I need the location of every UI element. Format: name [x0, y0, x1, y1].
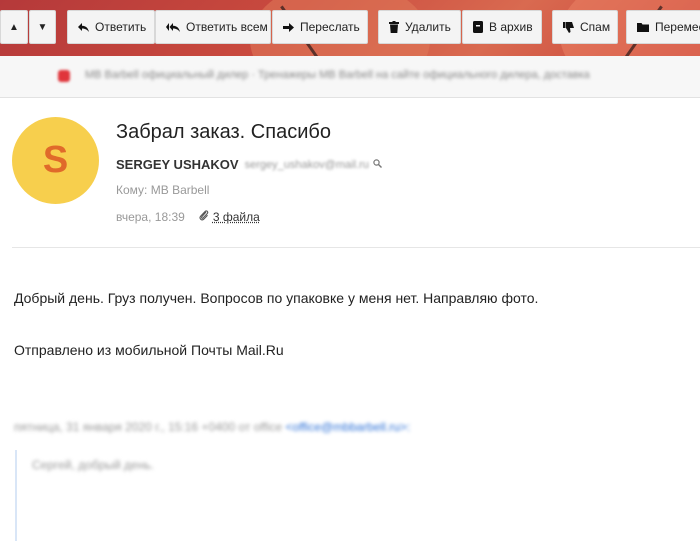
archive-icon [473, 21, 483, 33]
ad-notice-strip[interactable]: MB Barbell официальный дилер · Тренажеры… [0, 56, 700, 98]
spam-button[interactable]: Спам [552, 10, 618, 44]
up-arrow-icon: ▲ [9, 21, 19, 33]
thumbs-down-icon [563, 21, 574, 33]
forward-icon [283, 22, 294, 32]
reply-label: Ответить [95, 20, 147, 34]
next-message-button[interactable]: ▼ [29, 10, 56, 44]
quote-sender-link[interactable]: <office@mbbarbell.ru>: [286, 420, 411, 434]
recipient-line: Кому: MB Barbell [116, 183, 209, 197]
reply-button[interactable]: Ответить [67, 10, 155, 44]
move-label: Перемест [655, 20, 700, 34]
message-date: вчера, 18:39 [116, 209, 185, 224]
notice-text: MB Barbell официальный дилер · Тренажеры… [85, 69, 590, 81]
forward-label: Переслать [300, 20, 360, 34]
header-divider [12, 247, 700, 248]
reply-all-icon [166, 22, 180, 32]
delete-button[interactable]: Удалить [378, 10, 461, 44]
notice-icon [58, 70, 70, 82]
attachments-link[interactable]: 3 файла [213, 210, 260, 224]
trash-icon [389, 21, 399, 33]
move-button[interactable]: Перемест [626, 10, 700, 44]
forward-button[interactable]: Переслать [272, 10, 368, 44]
quote-bar [15, 450, 17, 541]
to-label: Кому: [116, 183, 148, 197]
quote-header-text: пятница, 31 января 2020 г., 15:16 +0400 … [14, 420, 286, 434]
sender[interactable]: SERGEY USHAKOV sergey_ushakov@mail.ru [116, 157, 382, 172]
message-signature: Отправлено из мобильной Почты Mail.Ru [14, 342, 284, 358]
message-subject: Забрал заказ. Спасибо [116, 121, 331, 143]
quoted-text: Сергей, добрый день. [32, 458, 154, 472]
message-body-text: Добрый день. Груз получен. Вопросов по у… [14, 290, 539, 306]
reply-all-label: Ответить всем [186, 20, 268, 34]
sender-name[interactable]: SERGEY USHAKOV [116, 157, 239, 172]
sender-email[interactable]: sergey_ushakov@mail.ru [245, 159, 369, 171]
paperclip-icon [199, 209, 209, 224]
avatar[interactable]: S [12, 117, 99, 204]
search-icon[interactable] [373, 158, 382, 171]
reply-icon [78, 22, 89, 32]
archive-label: В архив [489, 20, 533, 34]
previous-message-button[interactable]: ▲ [0, 10, 28, 44]
quoted-message-header: пятница, 31 января 2020 г., 15:16 +0400 … [14, 420, 410, 434]
delete-label: Удалить [405, 20, 451, 34]
reply-all-button[interactable]: Ответить всем [155, 10, 271, 44]
down-arrow-icon: ▼ [37, 21, 48, 33]
archive-button[interactable]: В архив [462, 10, 542, 44]
folder-icon [637, 22, 649, 32]
message-meta: вчера, 18:39 3 файла [116, 209, 260, 224]
avatar-letter: S [42, 139, 69, 181]
recipient-name[interactable]: MB Barbell [151, 183, 210, 197]
spam-label: Спам [580, 20, 611, 34]
toolbar: ▲ ▼ Ответить Ответить всем Переслать Уда… [0, 0, 700, 56]
